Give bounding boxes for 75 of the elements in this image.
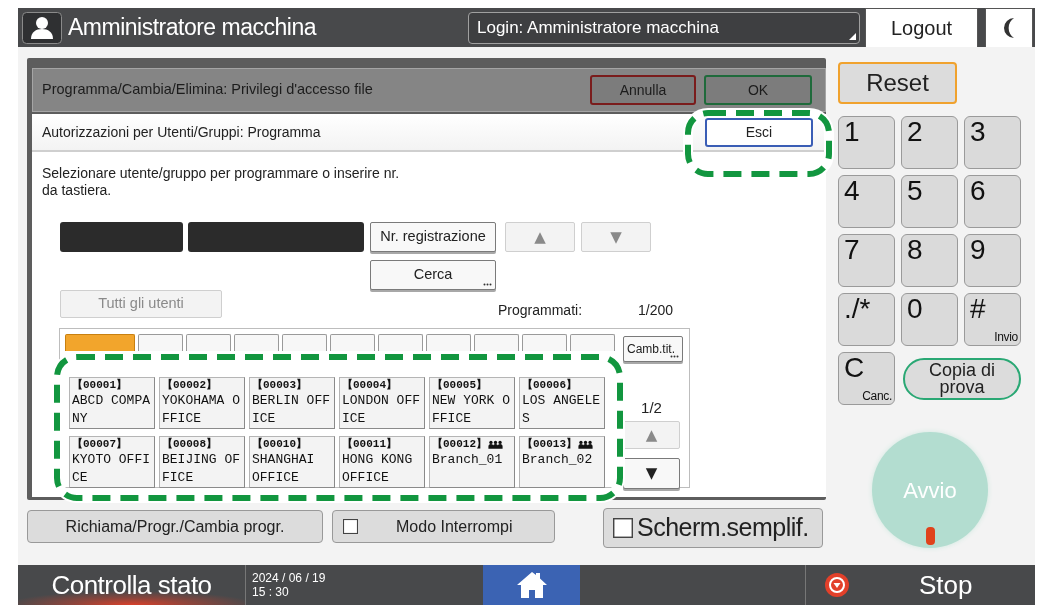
programmed-label: Programmati:: [498, 302, 583, 318]
page-down-button[interactable]: ▼: [623, 458, 680, 489]
indicator-light-icon: [926, 527, 935, 545]
simple-screen-button[interactable]: Scherm.semplif.: [603, 508, 823, 548]
moon-icon: [1003, 16, 1015, 40]
ellipsis-icon: [483, 283, 492, 286]
group-entry[interactable]: 【00013】 Branch_02: [519, 435, 605, 488]
keypad-key[interactable]: 2: [901, 116, 958, 169]
group-entry[interactable]: 【00012】 Branch_01: [429, 435, 515, 488]
reset-button[interactable]: Reset: [838, 62, 957, 104]
user-entry[interactable]: 【00003】 BERLIN OFF ICE: [249, 377, 335, 429]
user-entry[interactable]: 【00002】 YOKOHAMA O FFICE: [159, 377, 245, 429]
login-field[interactable]: Login: Amministratore macchina: [468, 11, 860, 44]
keypad-key[interactable]: C Canc.: [838, 352, 895, 405]
keypad-key[interactable]: ./*: [838, 293, 895, 346]
time-text: 15 : 30: [252, 585, 289, 599]
recall-program-button[interactable]: Richiama/Progr./Cambia progr.: [27, 510, 323, 543]
exit-button[interactable]: Esci: [705, 117, 813, 147]
index-tab[interactable]: [570, 334, 615, 351]
index-tab[interactable]: [282, 334, 327, 351]
keypad-key[interactable]: 0: [901, 293, 958, 346]
user-entry[interactable]: 【00004】 LONDON OFF ICE: [339, 377, 425, 429]
keypad-key[interactable]: # Invio: [964, 293, 1021, 346]
index-tab[interactable]: [186, 334, 231, 351]
panel-title: Autorizzazioni per Utenti/Gruppi: Programma: [42, 122, 321, 142]
keypad-key[interactable]: 3: [964, 116, 1021, 169]
keypad-key[interactable]: 1: [838, 116, 895, 169]
index-tab[interactable]: [234, 334, 279, 351]
interrupt-mode-button[interactable]: Modo Interrompi: [332, 510, 555, 543]
home-icon: [515, 571, 548, 599]
keypad-key[interactable]: 9: [964, 234, 1021, 287]
stop-icon: [825, 573, 849, 597]
screen-title: Amministratore macchina: [68, 13, 316, 43]
ellipsis-icon: [670, 355, 679, 358]
programmed-count: 1/200: [638, 302, 674, 318]
keypad-key[interactable]: 4: [838, 175, 895, 228]
people-icon: [488, 439, 503, 449]
logout-button[interactable]: Logout: [865, 8, 978, 47]
index-tab[interactable]: [426, 334, 471, 351]
search-button[interactable]: Cerca: [370, 260, 496, 290]
user-entry[interactable]: 【00010】 SHANGHAI OFFICE: [249, 435, 335, 488]
login-text: Login: Amministratore macchina: [477, 16, 719, 39]
keypad-key[interactable]: 8: [901, 234, 958, 287]
page-indicator: 1/2: [641, 399, 662, 417]
dialog-title: Programma/Cambia/Elimina: Privilegi d'accesso file: [42, 80, 373, 100]
user-entry[interactable]: 【00006】 LOS ANGELE S: [519, 377, 605, 429]
keypad-key[interactable]: 5: [901, 175, 958, 228]
date-text: 2024 / 06 / 19: [252, 571, 326, 585]
registration-number-button[interactable]: Nr. registrazione: [370, 222, 496, 252]
user-entry[interactable]: 【00001】 ABCD COMPA NY: [69, 377, 155, 429]
keypad-key[interactable]: 7: [838, 234, 895, 287]
corner-triangle-icon: [849, 32, 856, 40]
input-field[interactable]: [188, 222, 364, 252]
home-button[interactable]: [483, 565, 580, 605]
keypad-key[interactable]: 6: [964, 175, 1021, 228]
index-tab[interactable]: [522, 334, 567, 351]
instruction-text: Selezionare utente/gruppo per programmare o inserire nr. da tastiera.: [42, 165, 400, 199]
index-tab[interactable]: [65, 334, 135, 351]
input-field[interactable]: [60, 222, 183, 252]
change-title-button[interactable]: Camb.tit.: [623, 336, 683, 362]
ok-button[interactable]: OK: [704, 75, 812, 105]
index-tab[interactable]: [138, 334, 183, 351]
index-tab[interactable]: [474, 334, 519, 351]
user-icon: [22, 11, 62, 44]
proof-copy-button[interactable]: Copia di prova: [903, 357, 1021, 400]
cancel-button[interactable]: Annulla: [590, 75, 696, 105]
index-tab[interactable]: [330, 334, 375, 351]
user-entry[interactable]: 【00005】 NEW YORK O FFICE: [429, 377, 515, 429]
index-tab[interactable]: [378, 334, 423, 351]
user-entry[interactable]: 【00008】 BEIJING OF FICE: [159, 435, 245, 488]
user-entry[interactable]: 【00011】 HONG KONG OFFICE: [339, 435, 425, 488]
people-icon: [578, 439, 593, 449]
stop-button[interactable]: Stop: [806, 565, 1035, 605]
energy-saver-button[interactable]: [985, 8, 1033, 47]
user-entry[interactable]: 【00007】 KYOTO OFFI CE: [69, 435, 155, 488]
